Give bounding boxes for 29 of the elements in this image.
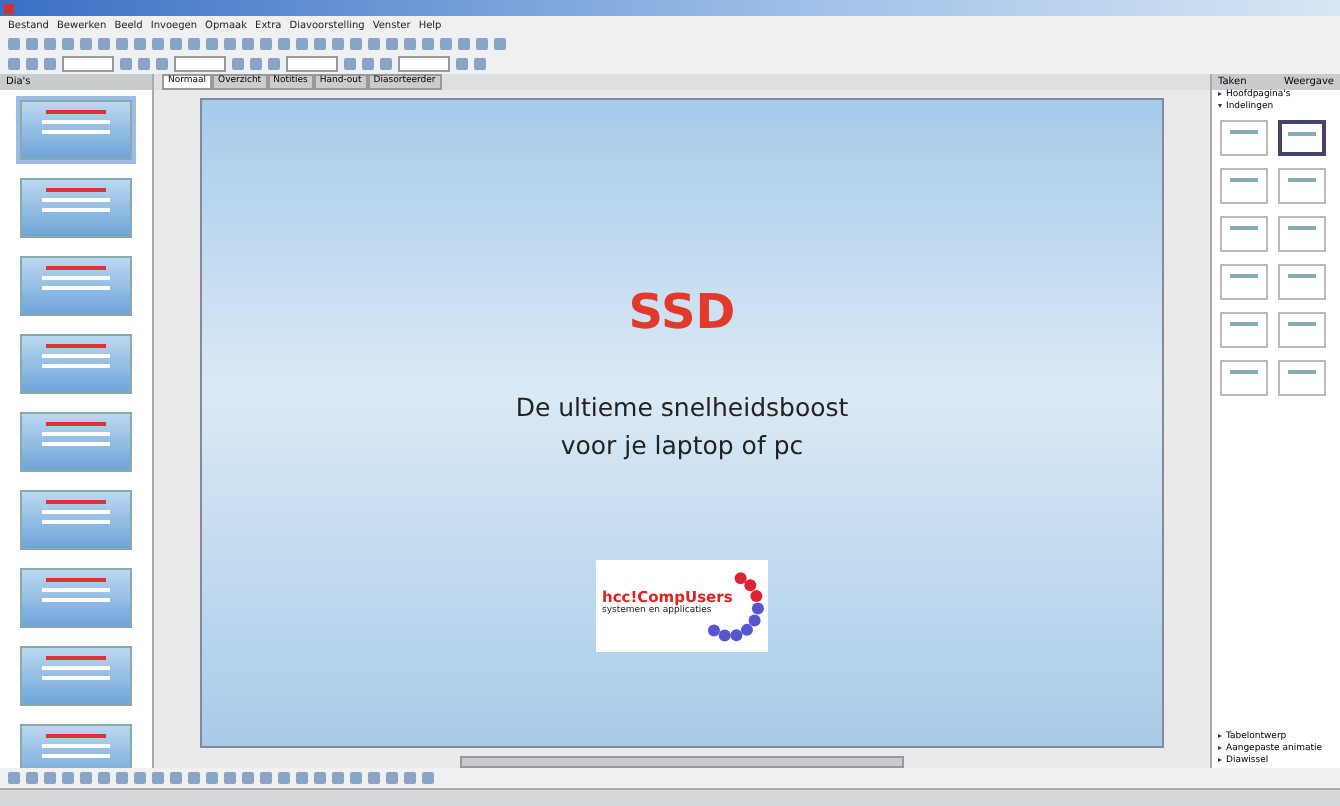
slide-thumbnail[interactable] xyxy=(16,720,136,768)
slide-thumbnail[interactable] xyxy=(16,174,136,242)
layout-thumbnail[interactable] xyxy=(1220,360,1268,396)
layout-thumbnail[interactable] xyxy=(1220,216,1268,252)
layout-thumbnail[interactable] xyxy=(1220,120,1268,156)
horizontal-scrollbar[interactable] xyxy=(460,756,904,768)
slide-thumbnail[interactable] xyxy=(16,486,136,554)
dropdown-field[interactable] xyxy=(286,56,338,72)
layout-thumbnail[interactable] xyxy=(1220,168,1268,204)
dropdown-field[interactable] xyxy=(62,56,114,72)
slide-thumbnail[interactable] xyxy=(16,96,136,164)
layout-thumbnail[interactable] xyxy=(1278,360,1326,396)
slide-thumbnail[interactable] xyxy=(16,564,136,632)
slide-thumbnail[interactable] xyxy=(16,252,136,320)
slide-thumbnail[interactable] xyxy=(16,330,136,398)
layout-thumbnail[interactable] xyxy=(1278,312,1326,348)
app-icon xyxy=(4,3,14,13)
slide-thumbnail[interactable] xyxy=(16,408,136,476)
slide-thumbnail[interactable] xyxy=(16,642,136,710)
slide-subtitle: De ultieme snelheidsboost voor je laptop of pc xyxy=(513,390,851,464)
dropdown-field[interactable] xyxy=(174,56,226,72)
layout-thumbnail[interactable] xyxy=(1278,120,1326,156)
layout-thumbnail[interactable] xyxy=(1278,264,1326,300)
dropdown-field[interactable] xyxy=(398,56,450,72)
layout-thumbnail[interactable] xyxy=(1278,216,1326,252)
layout-thumbnail[interactable] xyxy=(1220,312,1268,348)
slide-title: SSD xyxy=(628,284,736,340)
layout-thumbnail[interactable] xyxy=(1278,168,1326,204)
layout-thumbnail[interactable] xyxy=(1220,264,1268,300)
